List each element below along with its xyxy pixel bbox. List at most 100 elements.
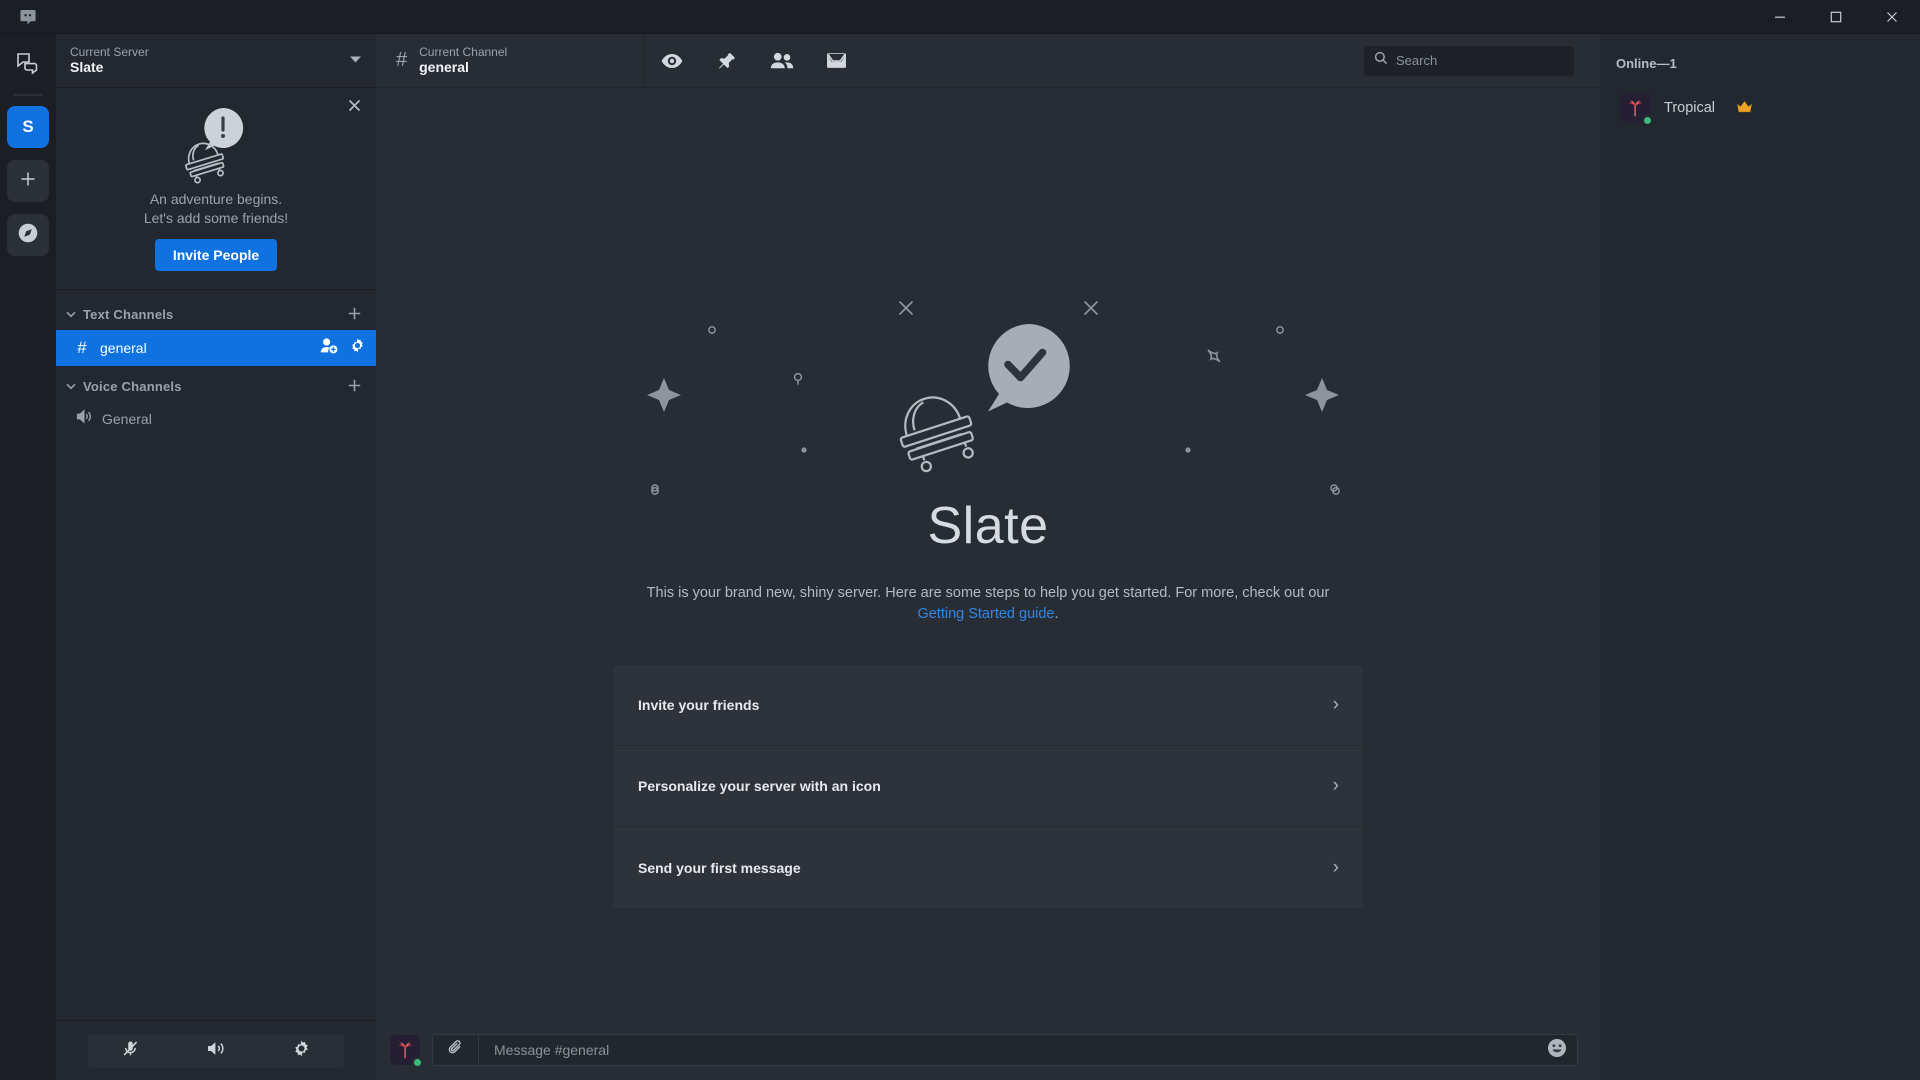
- invite-illustration: [70, 104, 362, 190]
- create-text-channel-button[interactable]: [347, 306, 362, 324]
- channel-title-box: # Current Channel general: [376, 33, 644, 88]
- channel-actions: [320, 337, 366, 359]
- card-invite-friends[interactable]: Invite your friends ›: [613, 665, 1363, 747]
- rail-divider: [13, 94, 43, 96]
- close-button[interactable]: [1864, 0, 1920, 34]
- search-input[interactable]: Search: [1364, 45, 1574, 76]
- channel-title-text: Current Channel general: [419, 44, 508, 76]
- chevron-right-icon: ›: [1332, 856, 1339, 878]
- pinned-messages-pin-icon[interactable]: [699, 34, 754, 88]
- app-window: S Current Server Slate An adventure begi…: [0, 0, 1920, 1080]
- invite-line-1: An adventure begins.: [149, 191, 283, 207]
- channel-subtitle: Current Channel: [419, 44, 508, 59]
- maximize-button[interactable]: [1808, 0, 1864, 34]
- server-subtitle: Current Server: [70, 44, 149, 59]
- member-name: Tropical: [1664, 100, 1716, 116]
- getting-started-link[interactable]: Getting Started guide: [917, 606, 1054, 622]
- add-server-button[interactable]: [7, 160, 49, 202]
- paperclip-icon: [447, 1039, 464, 1061]
- sidebar-item-voice-general[interactable]: General: [64, 402, 368, 436]
- online-status-dot: [412, 1057, 423, 1068]
- category-text-channels[interactable]: Text Channels: [56, 298, 376, 330]
- search-placeholder: Search: [1396, 53, 1438, 68]
- hash-icon: #: [396, 49, 408, 71]
- category-voice-channels-left: Voice Channels: [66, 379, 182, 394]
- chevron-right-icon: ›: [1332, 775, 1339, 797]
- gear-icon[interactable]: [349, 337, 366, 359]
- composer-row: Message #general: [376, 1020, 1600, 1080]
- channel-header: # Current Channel general Search: [376, 33, 1600, 88]
- main-content: # Current Channel general Search Slate T…: [376, 33, 1600, 1080]
- server-rail: S: [0, 34, 56, 1080]
- message-area: Slate This is your brand new, shiny serv…: [376, 88, 1600, 1020]
- category-voice-channels[interactable]: Voice Channels: [56, 366, 376, 402]
- channel-name: General: [102, 410, 152, 427]
- category-text-channels-left: Text Channels: [66, 307, 174, 322]
- search-icon: [1374, 51, 1388, 70]
- card-label: Personalize your server with an icon: [638, 778, 881, 795]
- channel-list: Text Channels # general Voice Channels G…: [56, 290, 376, 1020]
- user-controls: [88, 1033, 344, 1068]
- attach-file-button[interactable]: [433, 1035, 479, 1065]
- avatar[interactable]: [390, 1035, 423, 1068]
- channel-header-icons: [644, 34, 864, 88]
- member-list-panel: Online—1 Tropical: [1600, 34, 1920, 1080]
- avatar: [1620, 93, 1653, 126]
- sidebar-item-channel-general[interactable]: # general: [56, 329, 376, 366]
- server-header[interactable]: Current Server Slate: [56, 34, 376, 88]
- card-label: Invite your friends: [638, 697, 760, 714]
- app-body: S Current Server Slate An adventure begi…: [0, 33, 1920, 1080]
- invite-line-2: Let's add some friends!: [143, 209, 289, 226]
- microphone-muted-icon[interactable]: [121, 1039, 140, 1063]
- message-input[interactable]: Message #general: [432, 1034, 1578, 1066]
- category-label: Voice Channels: [83, 379, 182, 395]
- welcome-description-text: This is your brand new, shiny server. He…: [646, 585, 1330, 601]
- invite-people-button[interactable]: Invite People: [154, 238, 278, 271]
- channel-name: general: [100, 339, 147, 356]
- deafen-speaker-icon[interactable]: [206, 1040, 226, 1062]
- user-settings-gear-icon[interactable]: [292, 1039, 311, 1063]
- server-header-text: Current Server Slate: [70, 44, 149, 76]
- inbox-icon[interactable]: [809, 34, 864, 88]
- welcome-panel: Slate This is your brand new, shiny serv…: [376, 88, 1600, 1020]
- online-status-dot: [1642, 115, 1653, 126]
- channel-name: general: [419, 59, 469, 76]
- create-voice-channel-button[interactable]: [347, 378, 362, 396]
- welcome-description: This is your brand new, shiny server. He…: [638, 583, 1338, 625]
- chevron-down-icon: [66, 382, 76, 392]
- plus-icon: [18, 169, 38, 194]
- emoji-picker-button[interactable]: [1547, 1038, 1567, 1063]
- list-item[interactable]: Tropical: [1616, 93, 1920, 126]
- card-personalize-server[interactable]: Personalize your server with an icon ›: [613, 746, 1363, 828]
- title-bar: [0, 0, 1920, 34]
- category-label: Text Channels: [83, 307, 174, 323]
- chat-bubbles-icon: [15, 50, 41, 81]
- close-icon[interactable]: [347, 98, 362, 116]
- card-label: Send your first message: [638, 859, 801, 876]
- hide-channel-eye-icon[interactable]: [644, 34, 699, 88]
- user-control-bar: [56, 1020, 376, 1080]
- card-send-first-message[interactable]: Send your first message ›: [613, 827, 1363, 909]
- speaker-icon: [76, 409, 92, 429]
- channel-sidebar: Current Server Slate An adventure begins…: [56, 34, 376, 1080]
- sidebar-item-server-slate[interactable]: S: [7, 106, 49, 148]
- hash-icon: #: [77, 337, 87, 357]
- getting-started-cards: Invite your friends › Personalize your s…: [613, 665, 1363, 909]
- chevron-right-icon: ›: [1332, 694, 1339, 716]
- server-name: Slate: [70, 59, 104, 76]
- explore-servers-button[interactable]: [7, 214, 49, 256]
- add-member-icon[interactable]: [320, 337, 338, 359]
- smiley-icon: [1547, 1038, 1567, 1063]
- minimize-button[interactable]: [1752, 0, 1808, 34]
- compass-icon: [17, 222, 39, 249]
- member-list-people-icon[interactable]: [754, 34, 809, 88]
- member-list-header: Online—1: [1616, 56, 1677, 71]
- message-input-placeholder: Message #general: [494, 1042, 610, 1058]
- chevron-down-icon[interactable]: [349, 55, 362, 67]
- server-owner-crown-icon: [1736, 100, 1753, 116]
- direct-messages-button[interactable]: [7, 44, 49, 86]
- chevron-down-icon: [66, 310, 76, 320]
- welcome-illustration: [608, 278, 1368, 508]
- invite-panel: An adventure begins. Let's add some frie…: [56, 88, 376, 290]
- server-initial-label: S: [22, 117, 34, 136]
